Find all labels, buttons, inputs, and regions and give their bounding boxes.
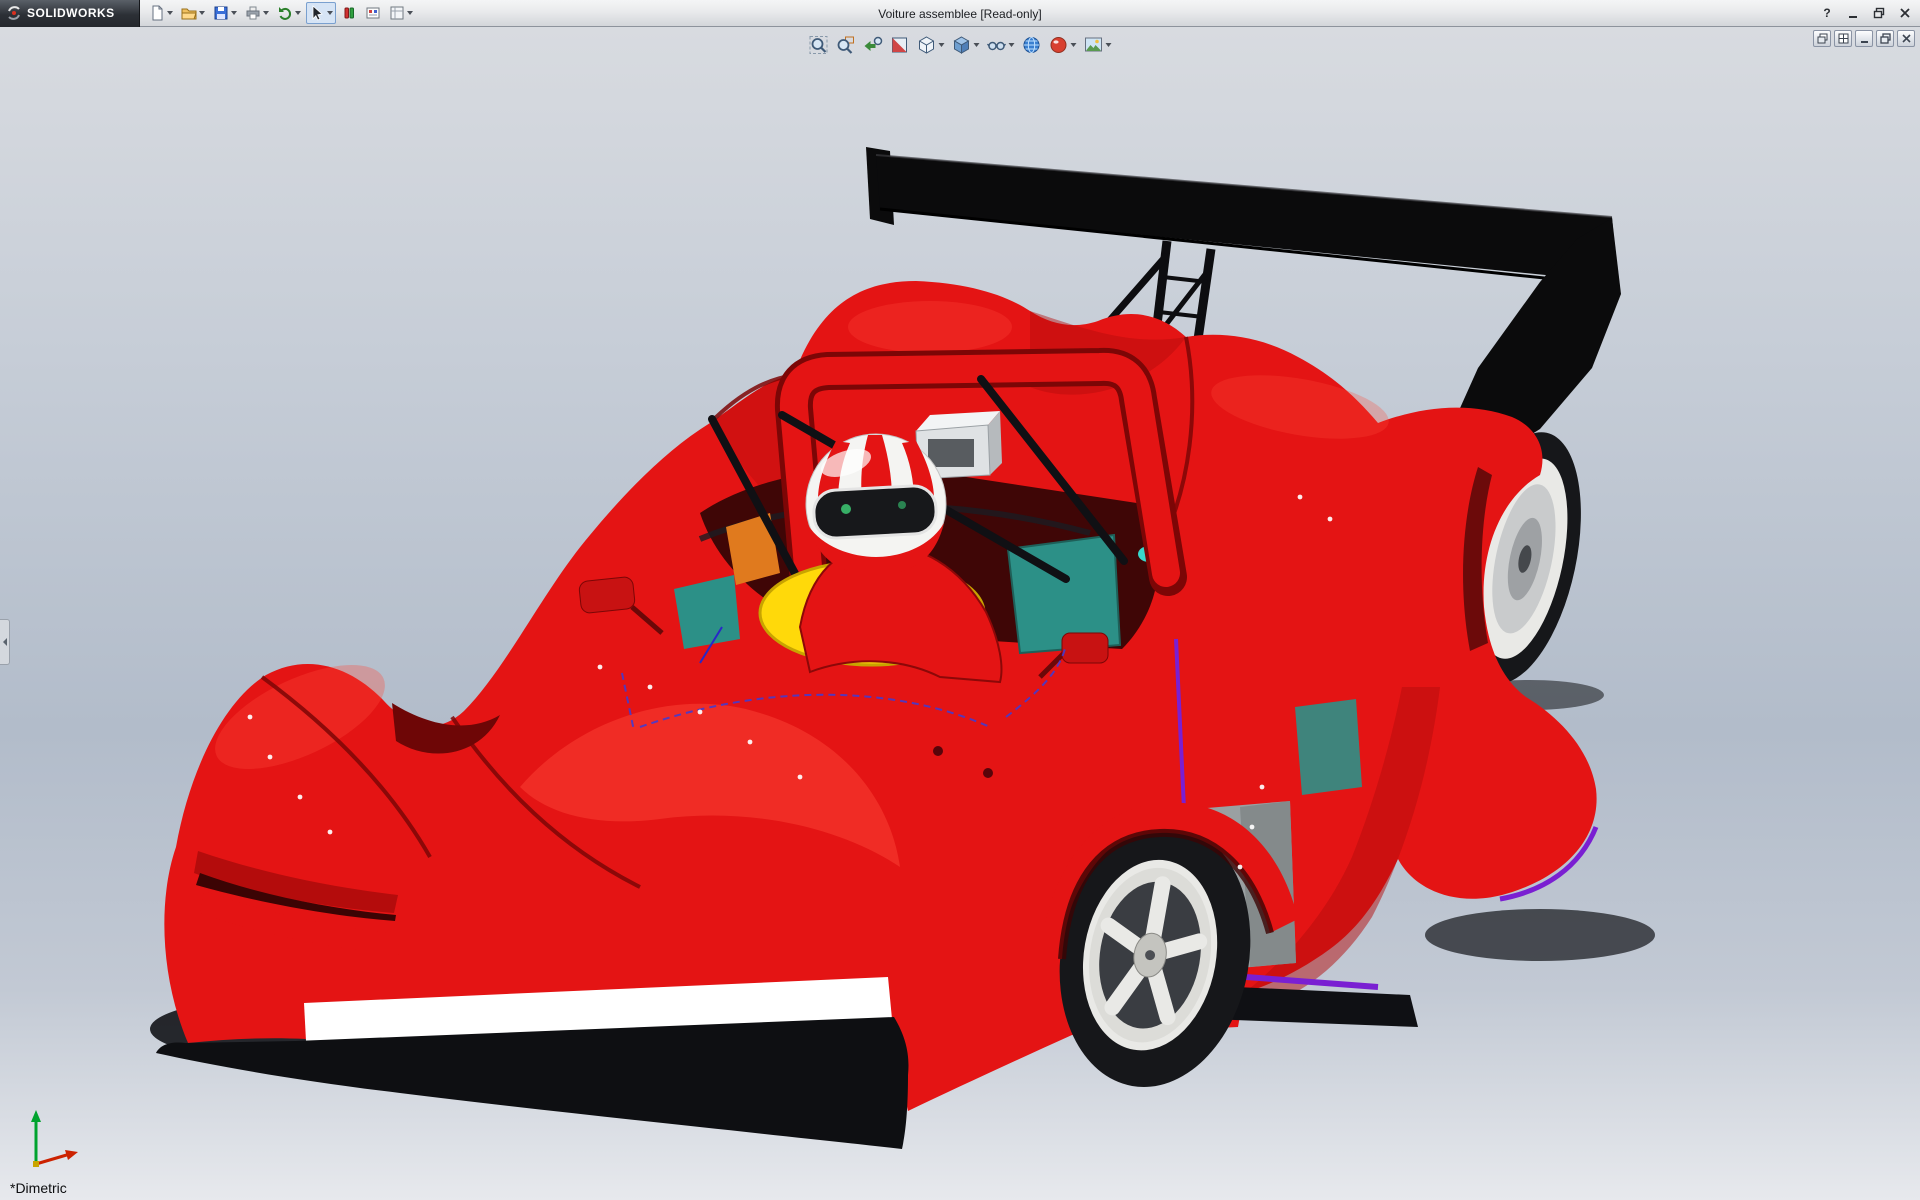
display-style-icon <box>952 35 972 55</box>
hide-show-items-button[interactable] <box>985 33 1017 57</box>
apply-scene-button[interactable] <box>1082 33 1114 57</box>
dropdown-caret[interactable] <box>295 11 301 15</box>
solidworks-logo: SOLIDWORKS <box>0 0 140 27</box>
help-button[interactable]: ? <box>1816 3 1838 22</box>
model-race-car[interactable] <box>0 27 1920 1200</box>
view-orientation-button[interactable] <box>915 33 947 57</box>
cascade-icon <box>1817 33 1828 44</box>
tile-document-button[interactable] <box>1834 30 1852 47</box>
heads-up-view-toolbar <box>807 33 1114 57</box>
view-orientation-icon <box>917 35 937 55</box>
new-document-icon <box>149 5 165 21</box>
select-cursor-icon <box>309 5 325 21</box>
zoom-to-area-icon <box>836 35 856 55</box>
minimize-document-button[interactable] <box>1855 30 1873 47</box>
feature-manager-collapsed-tab[interactable] <box>0 619 10 665</box>
helmet-visor <box>813 485 937 539</box>
hide-show-items-icon <box>987 35 1007 55</box>
edit-color-button[interactable] <box>362 2 384 24</box>
dropdown-caret[interactable] <box>1071 43 1077 47</box>
right-mirror[interactable] <box>1062 633 1108 663</box>
view-orientation-label: *Dimetric <box>10 1180 67 1196</box>
undo-icon <box>277 5 293 21</box>
previous-view-button[interactable] <box>861 33 885 57</box>
dropdown-caret[interactable] <box>263 11 269 15</box>
driver-helmet[interactable] <box>806 434 946 575</box>
undo-button[interactable] <box>274 2 304 24</box>
standard-toolbar <box>146 2 416 24</box>
solidworks-logo-icon <box>6 5 22 21</box>
save-icon <box>213 5 229 21</box>
tile-icon <box>1838 33 1849 44</box>
section-view-icon <box>890 35 910 55</box>
dropdown-caret[interactable] <box>974 43 980 47</box>
select-button[interactable] <box>306 2 336 24</box>
dropdown-caret[interactable] <box>1009 43 1015 47</box>
display-style-button[interactable] <box>950 33 982 57</box>
new-document-button[interactable] <box>146 2 176 24</box>
dropdown-caret[interactable] <box>1106 43 1112 47</box>
edit-appearance-icon <box>1049 35 1069 55</box>
document-window-controls <box>1813 30 1915 47</box>
view-settings-globe-icon <box>1022 35 1042 55</box>
restore-icon <box>1873 7 1885 19</box>
cascade-document-button[interactable] <box>1813 30 1831 47</box>
edit-color-icon <box>365 5 381 21</box>
section-view-button[interactable] <box>888 33 912 57</box>
zoom-to-fit-icon <box>809 35 829 55</box>
close-icon <box>1899 7 1911 19</box>
selection-filter-icon <box>341 5 357 21</box>
restore-document-button[interactable] <box>1876 30 1894 47</box>
options-sheet-button[interactable] <box>386 2 416 24</box>
print-icon <box>245 5 261 21</box>
print-button[interactable] <box>242 2 272 24</box>
apply-scene-icon <box>1084 35 1104 55</box>
dropdown-caret[interactable] <box>167 11 173 15</box>
view-settings-button[interactable] <box>1020 33 1044 57</box>
window-controls: ? <box>1816 3 1916 22</box>
close-document-button[interactable] <box>1897 30 1915 47</box>
edit-appearance-button[interactable] <box>1047 33 1079 57</box>
titlebar: SOLIDWORKS <box>0 0 1920 27</box>
previous-view-icon <box>863 35 883 55</box>
save-button[interactable] <box>210 2 240 24</box>
dropdown-caret[interactable] <box>939 43 945 47</box>
dropdown-caret[interactable] <box>231 11 237 15</box>
zoom-to-area-button[interactable] <box>834 33 858 57</box>
options-sheet-icon <box>389 5 405 21</box>
close-button[interactable] <box>1894 3 1916 22</box>
expand-panel-arrow-icon <box>2 637 8 647</box>
close-document-icon <box>1901 33 1912 44</box>
minimize-button[interactable] <box>1842 3 1864 22</box>
selection-filter-button[interactable] <box>338 2 360 24</box>
minimize-icon <box>1847 7 1859 19</box>
dropdown-caret[interactable] <box>199 11 205 15</box>
brand-text: SOLIDWORKS <box>27 6 115 20</box>
dropdown-caret[interactable] <box>327 11 333 15</box>
dropdown-caret[interactable] <box>407 11 413 15</box>
zoom-to-fit-button[interactable] <box>807 33 831 57</box>
restore-document-icon <box>1880 33 1891 44</box>
graphics-viewport[interactable]: *Dimetric <box>0 27 1920 1200</box>
open-document-button[interactable] <box>178 2 208 24</box>
reference-triad <box>18 1102 88 1172</box>
minimize-document-icon <box>1859 33 1870 44</box>
side-teal-opening <box>1295 699 1362 795</box>
left-mirror[interactable] <box>578 576 635 613</box>
open-folder-icon <box>181 5 197 21</box>
restore-button[interactable] <box>1868 3 1890 22</box>
